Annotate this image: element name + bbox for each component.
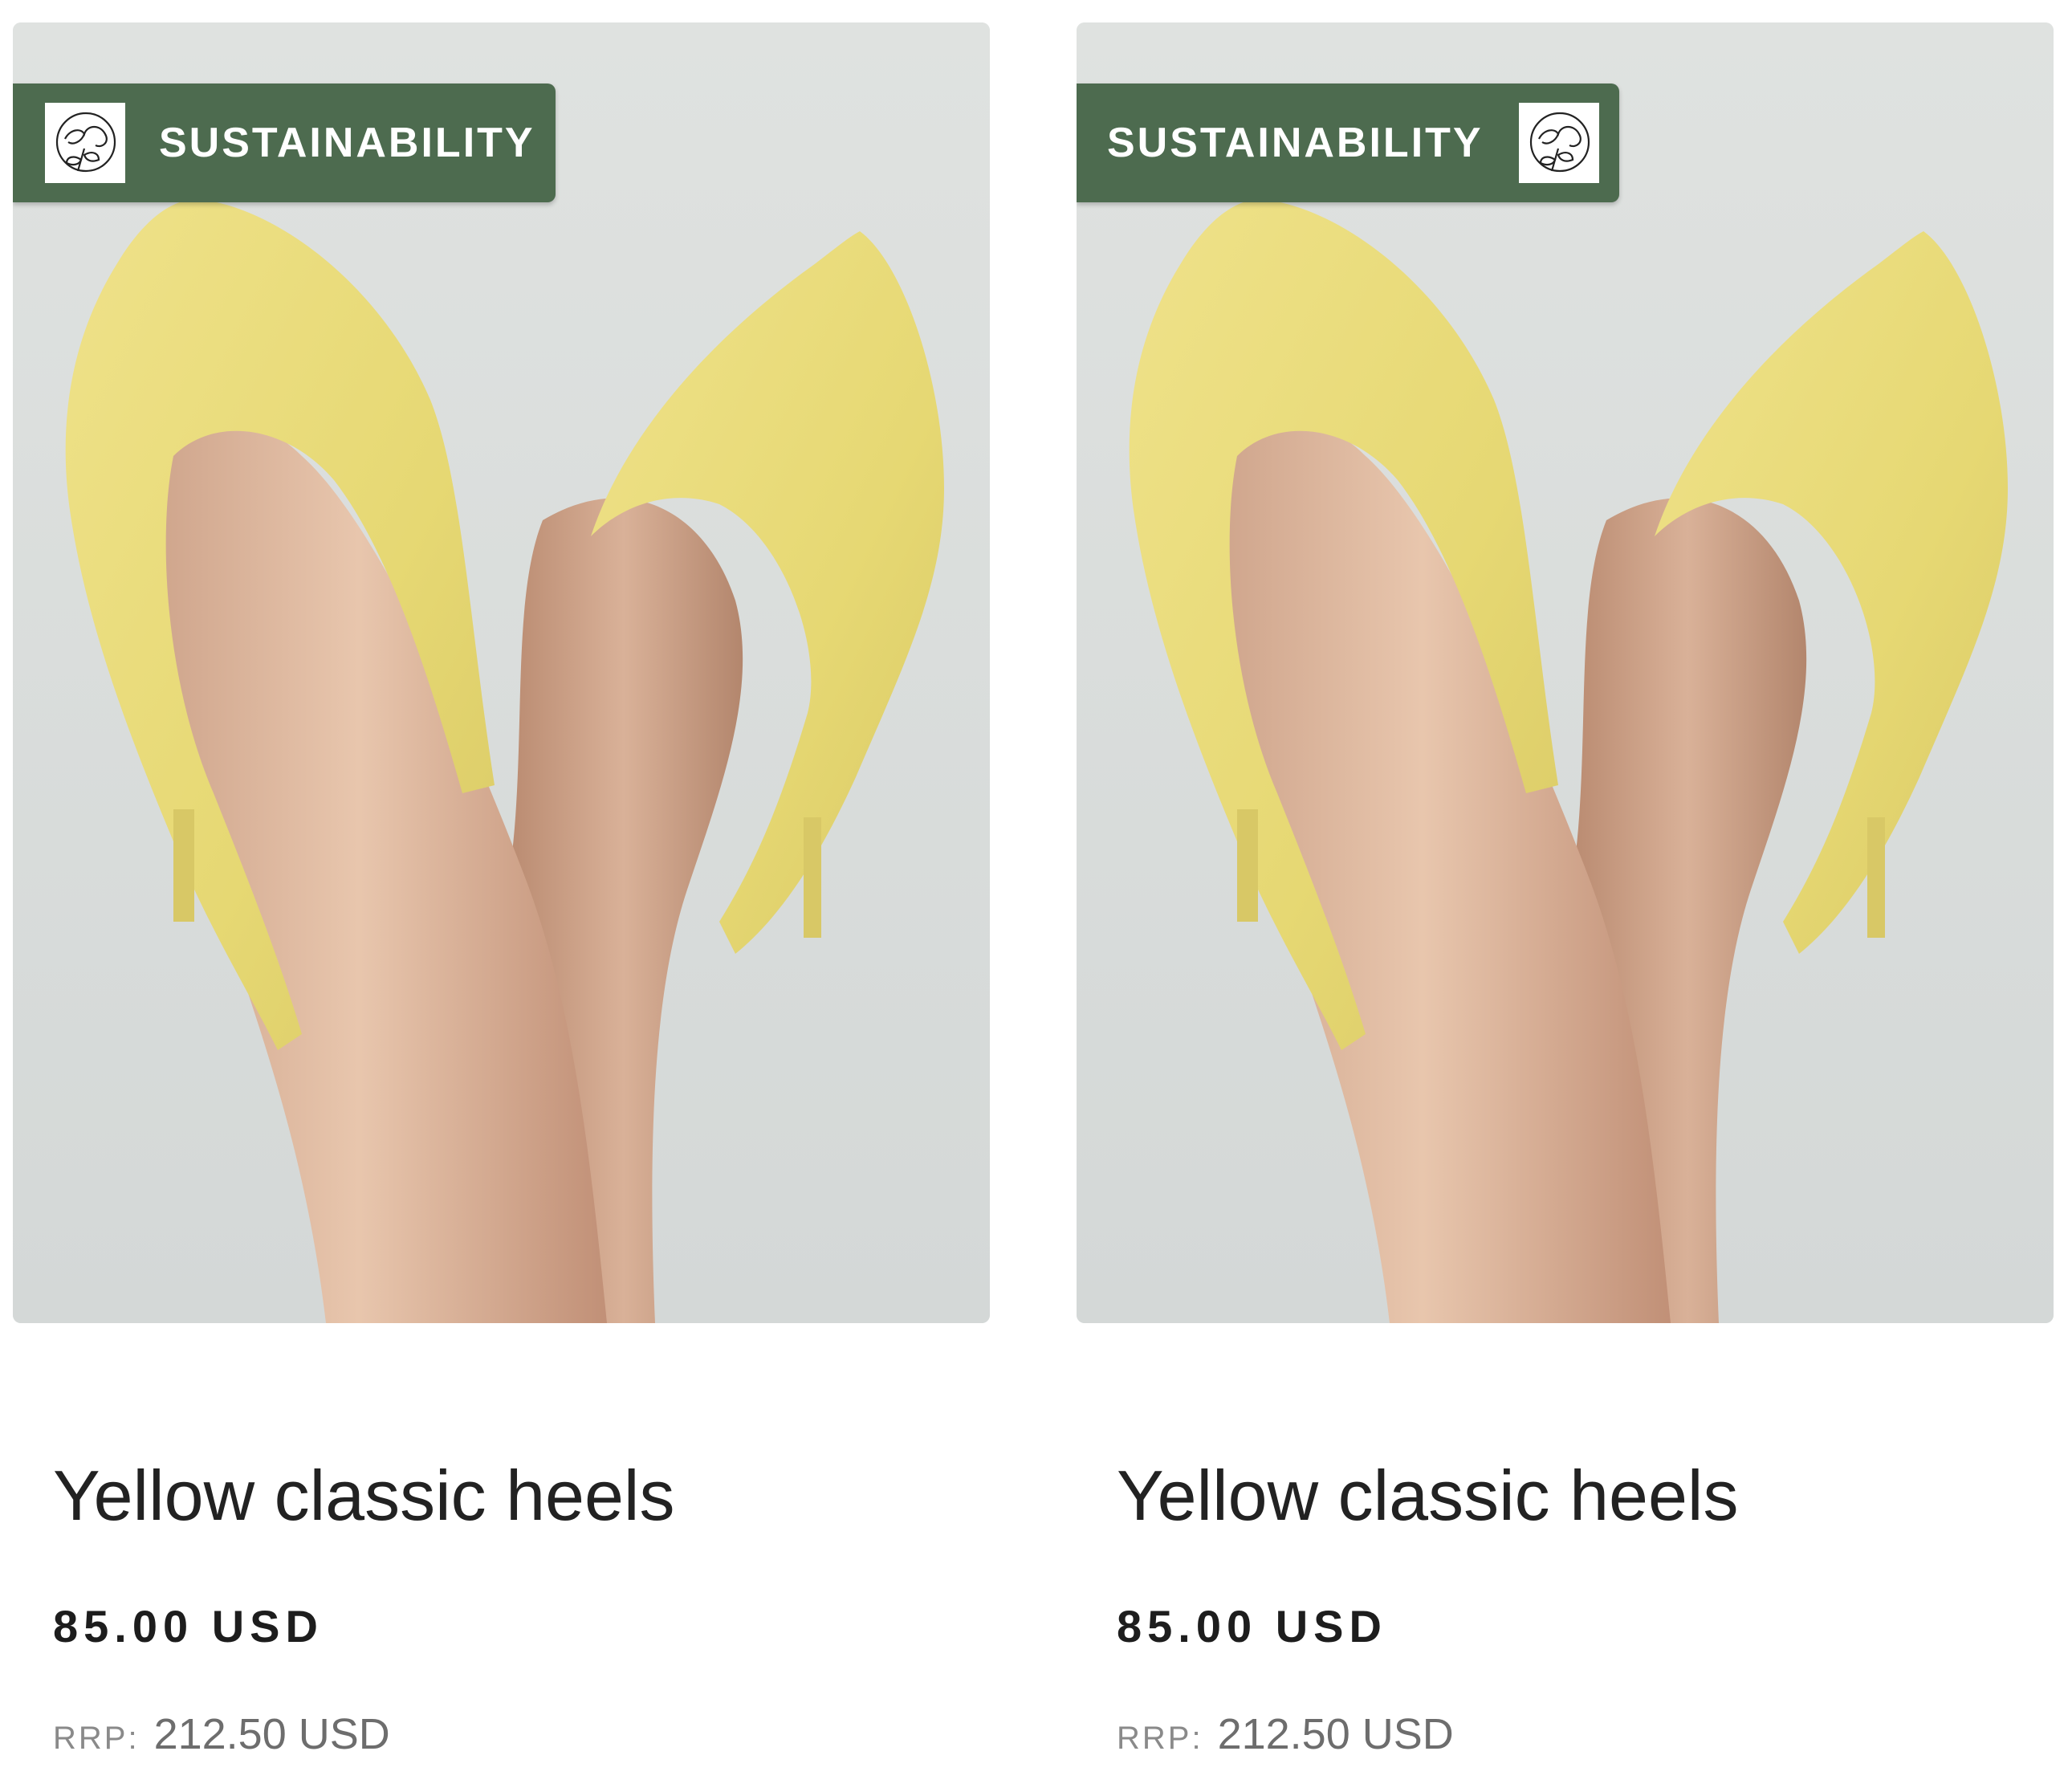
rrp-value: 212.50 USD	[153, 1710, 390, 1758]
product-name[interactable]: Yellow classic heels	[53, 1455, 674, 1537]
product-image-frame[interactable]: SUSTAINABILITY	[13, 22, 990, 1323]
badge-label: SUSTAINABILITY	[1107, 120, 1484, 166]
rrp-label: RRP:	[1117, 1721, 1203, 1756]
sustainability-badge[interactable]: SUSTAINABILITY	[1077, 83, 1619, 202]
rrp-value: 212.50 USD	[1217, 1710, 1454, 1758]
rrp-row: RRP: 212.50 USD	[53, 1709, 390, 1759]
rrp-label: RRP:	[53, 1721, 140, 1756]
badge-label: SUSTAINABILITY	[159, 120, 535, 166]
product-image[interactable]	[1077, 22, 2054, 1323]
product-image[interactable]	[13, 22, 990, 1323]
product-name[interactable]: Yellow classic heels	[1117, 1455, 1738, 1537]
cotton-plant-icon	[1518, 103, 1599, 183]
sustainability-badge[interactable]: SUSTAINABILITY	[13, 83, 556, 202]
rrp-row: RRP: 212.50 USD	[1117, 1709, 1454, 1759]
product-price: 85.00 USD	[53, 1601, 324, 1651]
product-card[interactable]: SUSTAINABILITY	[13, 22, 990, 1323]
product-card[interactable]: SUSTAINABILITY	[1077, 22, 2054, 1323]
product-price: 85.00 USD	[1117, 1601, 1387, 1651]
product-image-frame[interactable]: SUSTAINABILITY	[1077, 22, 2054, 1323]
cotton-plant-icon	[45, 103, 125, 183]
